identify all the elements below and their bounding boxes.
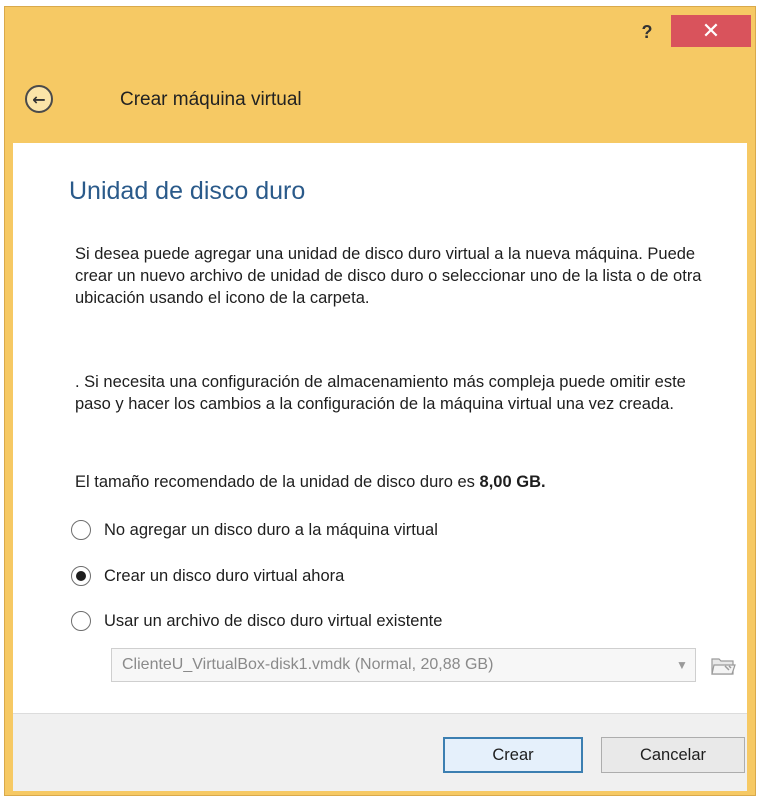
recommended-size-prefix: El tamaño recomendado de la unidad de di…: [75, 473, 480, 491]
recommended-size-text: El tamaño recomendado de la unidad de di…: [75, 471, 715, 493]
recommended-size-value: 8,00 GB.: [479, 473, 546, 491]
page-title: Unidad de disco duro: [69, 177, 306, 205]
back-button[interactable]: ←: [25, 85, 53, 113]
folder-icon: [711, 658, 736, 675]
dialog-window: ? ✕ ← Crear máquina virtual Unidad de di…: [4, 6, 756, 796]
close-button[interactable]: ✕: [671, 15, 751, 47]
option-label: Usar un archivo de disco duro virtual ex…: [104, 611, 443, 630]
close-icon: ✕: [701, 18, 721, 44]
radio-no-disk[interactable]: [71, 520, 91, 540]
back-arrow-icon: ←: [32, 89, 46, 109]
chevron-down-icon: ▼: [676, 658, 688, 672]
option-existing-disk[interactable]: Usar un archivo de disco duro virtual ex…: [71, 608, 442, 634]
option-no-disk[interactable]: No agregar un disco duro a la máquina vi…: [71, 517, 438, 543]
existing-disk-select[interactable]: ClienteU_VirtualBox-disk1.vmdk (Normal, …: [111, 648, 696, 682]
option-create-disk[interactable]: Crear un disco duro virtual ahora: [71, 563, 344, 589]
title-bar: ? ✕: [5, 7, 755, 57]
button-bar: Crear Cancelar: [13, 713, 747, 791]
help-button[interactable]: ?: [632, 19, 662, 45]
radio-create-disk[interactable]: [71, 566, 91, 586]
content-panel: Unidad de disco duro Si desea puede agre…: [13, 143, 747, 713]
choose-disk-file-button[interactable]: [709, 651, 737, 679]
wizard-title: Crear máquina virtual: [120, 89, 302, 110]
create-button[interactable]: Crear: [443, 737, 583, 773]
existing-disk-value: ClienteU_VirtualBox-disk1.vmdk (Normal, …: [122, 656, 494, 673]
advanced-note-paragraph: . Si necesita una configuración de almac…: [75, 373, 686, 413]
description-paragraph: Si desea puede agregar una unidad de dis…: [75, 245, 702, 307]
cancel-button[interactable]: Cancelar: [601, 737, 745, 773]
option-label: Crear un disco duro virtual ahora: [104, 566, 345, 585]
radio-existing-disk[interactable]: [71, 611, 91, 631]
wizard-header: ← Crear máquina virtual: [5, 67, 755, 137]
option-label: No agregar un disco duro a la máquina vi…: [104, 520, 438, 539]
